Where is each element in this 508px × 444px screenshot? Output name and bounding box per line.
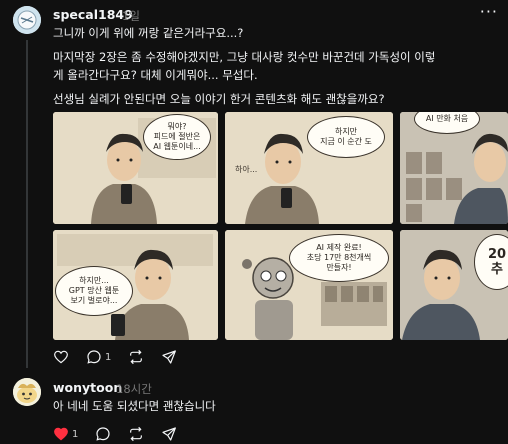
repost-button[interactable] bbox=[128, 349, 144, 365]
post-text-line-1: 그니까 이게 위에 꺼랑 같은거라구요...? bbox=[53, 26, 244, 40]
comic-image[interactable]: 뭐야? 피드에 절반은 AI 웹툰이네... 하지만 지금 이 순간 도 하아.… bbox=[53, 112, 508, 340]
bubble-line: 보기 벌로야... bbox=[70, 296, 118, 305]
thread-line bbox=[26, 40, 28, 368]
reply-username[interactable]: wonytoon bbox=[53, 380, 122, 395]
comic-panel-5: AI 제작 완료! 초당 17만 8천개씩 만들자! bbox=[225, 230, 393, 340]
post-text-line-2: 마지막장 2장은 좀 수정해야겠지만, 그냥 대사랑 컷수만 바꾼건데 가독성이… bbox=[53, 50, 436, 64]
like-button[interactable]: 1 bbox=[53, 426, 78, 442]
speech-bubble: 하지만 지금 이 순간 도 bbox=[307, 116, 385, 158]
comic-panel-3: AI 만화 처음 bbox=[400, 112, 508, 224]
bubble-line: 20 bbox=[487, 247, 507, 262]
repost-button[interactable] bbox=[128, 426, 144, 442]
send-icon bbox=[162, 427, 177, 441]
bubble-line: 지금 이 순간 도 bbox=[320, 137, 372, 146]
bubble-line: AI 제작 완료! bbox=[316, 243, 362, 252]
bubble-line: 피드에 절반은 bbox=[153, 132, 201, 141]
bubble-line: AI 웹툰이네... bbox=[153, 142, 201, 151]
comic-panel-4: 하지만... GPT 망산 웹툰 보기 벌로야... bbox=[53, 230, 218, 340]
sigh-text: 하아... bbox=[235, 165, 258, 174]
speech-bubble: AI 제작 완료! 초당 17만 8천개씩 만들자! bbox=[289, 234, 389, 282]
reply-icon bbox=[96, 427, 110, 441]
repost-icon bbox=[130, 349, 143, 365]
avatar[interactable] bbox=[13, 378, 41, 406]
reply-button[interactable] bbox=[95, 426, 111, 442]
share-button[interactable] bbox=[161, 349, 177, 365]
bubble-line: 하지만... bbox=[79, 276, 109, 285]
share-button[interactable] bbox=[161, 426, 177, 442]
repost-icon bbox=[130, 426, 143, 442]
bubble-line: GPT 망산 웹툰 bbox=[68, 286, 120, 295]
speech-bubble: 뭐야? 피드에 절반은 AI 웹툰이네... bbox=[143, 114, 211, 160]
post-actions: 1 bbox=[53, 349, 194, 365]
reply-actions: 1 bbox=[53, 426, 194, 442]
reply-icon bbox=[87, 350, 101, 364]
send-icon bbox=[162, 350, 177, 364]
post-text-line-3: 게 올라간다구요? 대체 이게뭐야... 무섭다. bbox=[53, 68, 258, 82]
reply-timestamp[interactable]: 18시간 bbox=[116, 381, 152, 397]
post-timestamp[interactable]: 1일 bbox=[122, 8, 140, 24]
bubble-line: 하지만 bbox=[334, 127, 358, 136]
bubble-line: 추 bbox=[491, 262, 503, 277]
bubble-line: 초당 17만 8천개씩 bbox=[306, 253, 372, 262]
bubble-line: AI 만화 처음 bbox=[425, 114, 469, 123]
post-text-line-4: 선생님 실례가 안된다면 오늘 이야기 한거 콘텐츠화 해도 괜찮을까요? bbox=[53, 92, 385, 106]
bubble-line: 만들자! bbox=[326, 263, 352, 272]
more-icon[interactable]: ··· bbox=[480, 2, 498, 21]
reply-text: 아 네네 도움 되셨다면 괜찮습니다 bbox=[53, 399, 216, 413]
avatar[interactable] bbox=[13, 6, 41, 34]
comic-panel-2: 하지만 지금 이 순간 도 하아... bbox=[225, 112, 393, 224]
post-username[interactable]: specal1849 bbox=[53, 7, 133, 22]
like-count: 1 bbox=[72, 428, 79, 440]
bubble-line: 뭐야? bbox=[167, 122, 187, 131]
heart-icon bbox=[54, 350, 68, 364]
comic-panel-1: 뭐야? 피드에 절반은 AI 웹툰이네... bbox=[53, 112, 218, 224]
heart-filled-icon bbox=[54, 427, 68, 441]
comic-panel-6: 20 추 bbox=[400, 230, 508, 340]
reply-button[interactable]: 1 bbox=[86, 349, 111, 365]
reply-count: 1 bbox=[105, 351, 112, 363]
like-button[interactable] bbox=[53, 349, 69, 365]
speech-bubble: 하지만... GPT 망산 웹툰 보기 벌로야... bbox=[55, 266, 133, 316]
